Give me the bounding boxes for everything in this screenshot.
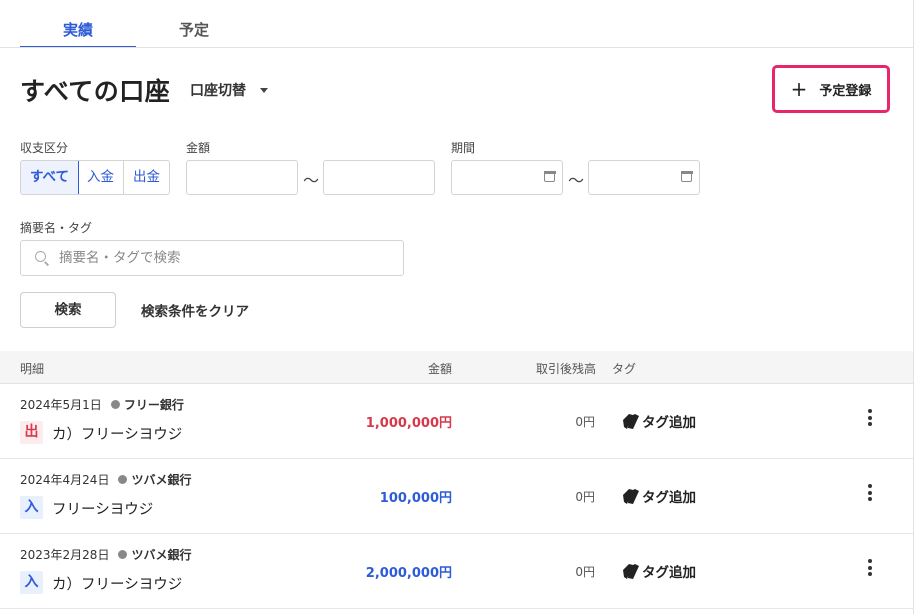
transaction-meta: 2024年4月24日 ツバメ銀行 [20, 471, 191, 488]
type-filter-label: 収支区分 [20, 141, 69, 155]
period-start-input[interactable] [451, 160, 563, 195]
tag-icon [623, 563, 639, 579]
bank-name: フリー銀行 [123, 398, 184, 412]
search-button[interactable]: 検索 [20, 292, 116, 328]
transaction-date: 2024年5月1日 [20, 398, 102, 412]
bank-dot-icon [118, 550, 128, 559]
transaction-date: 2024年4月24日 [20, 473, 110, 487]
bank-dot-icon [118, 475, 128, 484]
more-options-icon[interactable] [866, 484, 874, 504]
add-tag-label: タグ追加 [642, 490, 696, 506]
tab-actual[interactable]: 実績 [20, 14, 136, 48]
table-row[interactable]: 2024年4月24日 ツバメ銀行 入 フリーシヨウジ 100,000円 0円 タ… [0, 458, 913, 534]
type-segmented-control: すべて 入金 出金 [20, 160, 171, 195]
income-badge: 入 [20, 571, 43, 594]
amount-max-input[interactable] [323, 160, 435, 195]
bank-name: ツバメ銀行 [131, 473, 192, 487]
type-option-expense[interactable]: 出金 [124, 161, 169, 194]
column-header-balance: 取引後残高 [535, 362, 596, 376]
add-tag-button[interactable]: タグ追加 [622, 561, 696, 581]
tabs-divider [0, 47, 914, 48]
add-tag-label: タグ追加 [642, 565, 696, 581]
add-tag-label: タグ追加 [642, 415, 696, 431]
amount-range-separator: 〜 [303, 171, 320, 190]
transaction-amount: 1,000,000円 [365, 416, 452, 431]
keyword-filter-label: 摘要名・タグ [20, 221, 93, 235]
plus-icon: + [790, 77, 808, 101]
column-header-detail: 明細 [20, 362, 45, 376]
balance-after: 0円 [575, 415, 595, 429]
calendar-icon[interactable] [543, 170, 556, 182]
transaction-date: 2023年2月28日 [20, 548, 110, 562]
tag-icon [623, 413, 639, 429]
type-option-income[interactable]: 入金 [78, 161, 125, 194]
column-header-tag: タグ [612, 362, 637, 376]
table-row[interactable]: 2023年2月28日 ツバメ銀行 入 カ）フリーシヨウジ 2,000,000円 … [0, 533, 913, 609]
add-plan-button-label: 予定登録 [819, 83, 872, 99]
balance-after: 0円 [575, 490, 595, 504]
transaction-meta: 2024年5月1日 フリー銀行 [20, 396, 184, 413]
period-end-input[interactable] [588, 160, 700, 195]
tab-planned[interactable]: 予定 [136, 14, 252, 46]
tag-icon [623, 488, 639, 504]
bank-dot-icon [110, 400, 120, 409]
add-tag-button[interactable]: タグ追加 [622, 486, 696, 506]
calendar-icon[interactable] [680, 170, 693, 182]
type-option-all[interactable]: すべて [21, 161, 80, 194]
period-filter-label: 期間 [451, 141, 476, 155]
transaction-description: カ）フリーシヨウジ [52, 427, 183, 443]
amount-filter-label: 金額 [186, 141, 211, 155]
add-plan-button[interactable]: + 予定登録 [772, 65, 890, 113]
transaction-amount: 2,000,000円 [365, 566, 452, 581]
account-switch-dropdown[interactable]: 口座切替 [190, 80, 268, 100]
add-tag-button[interactable]: タグ追加 [622, 411, 696, 431]
transaction-amount: 100,000円 [379, 491, 452, 506]
page-title: すべての口座 [20, 77, 171, 106]
transaction-description: カ）フリーシヨウジ [52, 577, 183, 593]
table-header: 明細 金額 取引後残高 タグ [0, 351, 913, 384]
period-range-separator: 〜 [568, 171, 585, 190]
table-row[interactable]: 2024年5月1日 フリー銀行 出 カ）フリーシヨウジ 1,000,000円 0… [0, 383, 913, 459]
caret-down-icon [260, 87, 268, 93]
search-icon [35, 251, 49, 265]
keyword-search-field[interactable] [20, 240, 404, 276]
column-header-amount: 金額 [427, 362, 452, 376]
expense-badge: 出 [20, 421, 43, 444]
account-switch-label: 口座切替 [190, 83, 246, 99]
bank-name: ツバメ銀行 [131, 548, 192, 562]
more-options-icon[interactable] [866, 409, 874, 429]
more-options-icon[interactable] [866, 559, 874, 579]
income-badge: 入 [20, 496, 43, 519]
transaction-meta: 2023年2月28日 ツバメ銀行 [20, 546, 191, 563]
balance-after: 0円 [575, 565, 595, 579]
clear-filters-button[interactable]: 検索条件をクリア [141, 300, 249, 320]
transaction-description: フリーシヨウジ [52, 502, 154, 518]
keyword-search-input[interactable] [57, 249, 381, 267]
amount-min-input[interactable] [186, 160, 298, 195]
